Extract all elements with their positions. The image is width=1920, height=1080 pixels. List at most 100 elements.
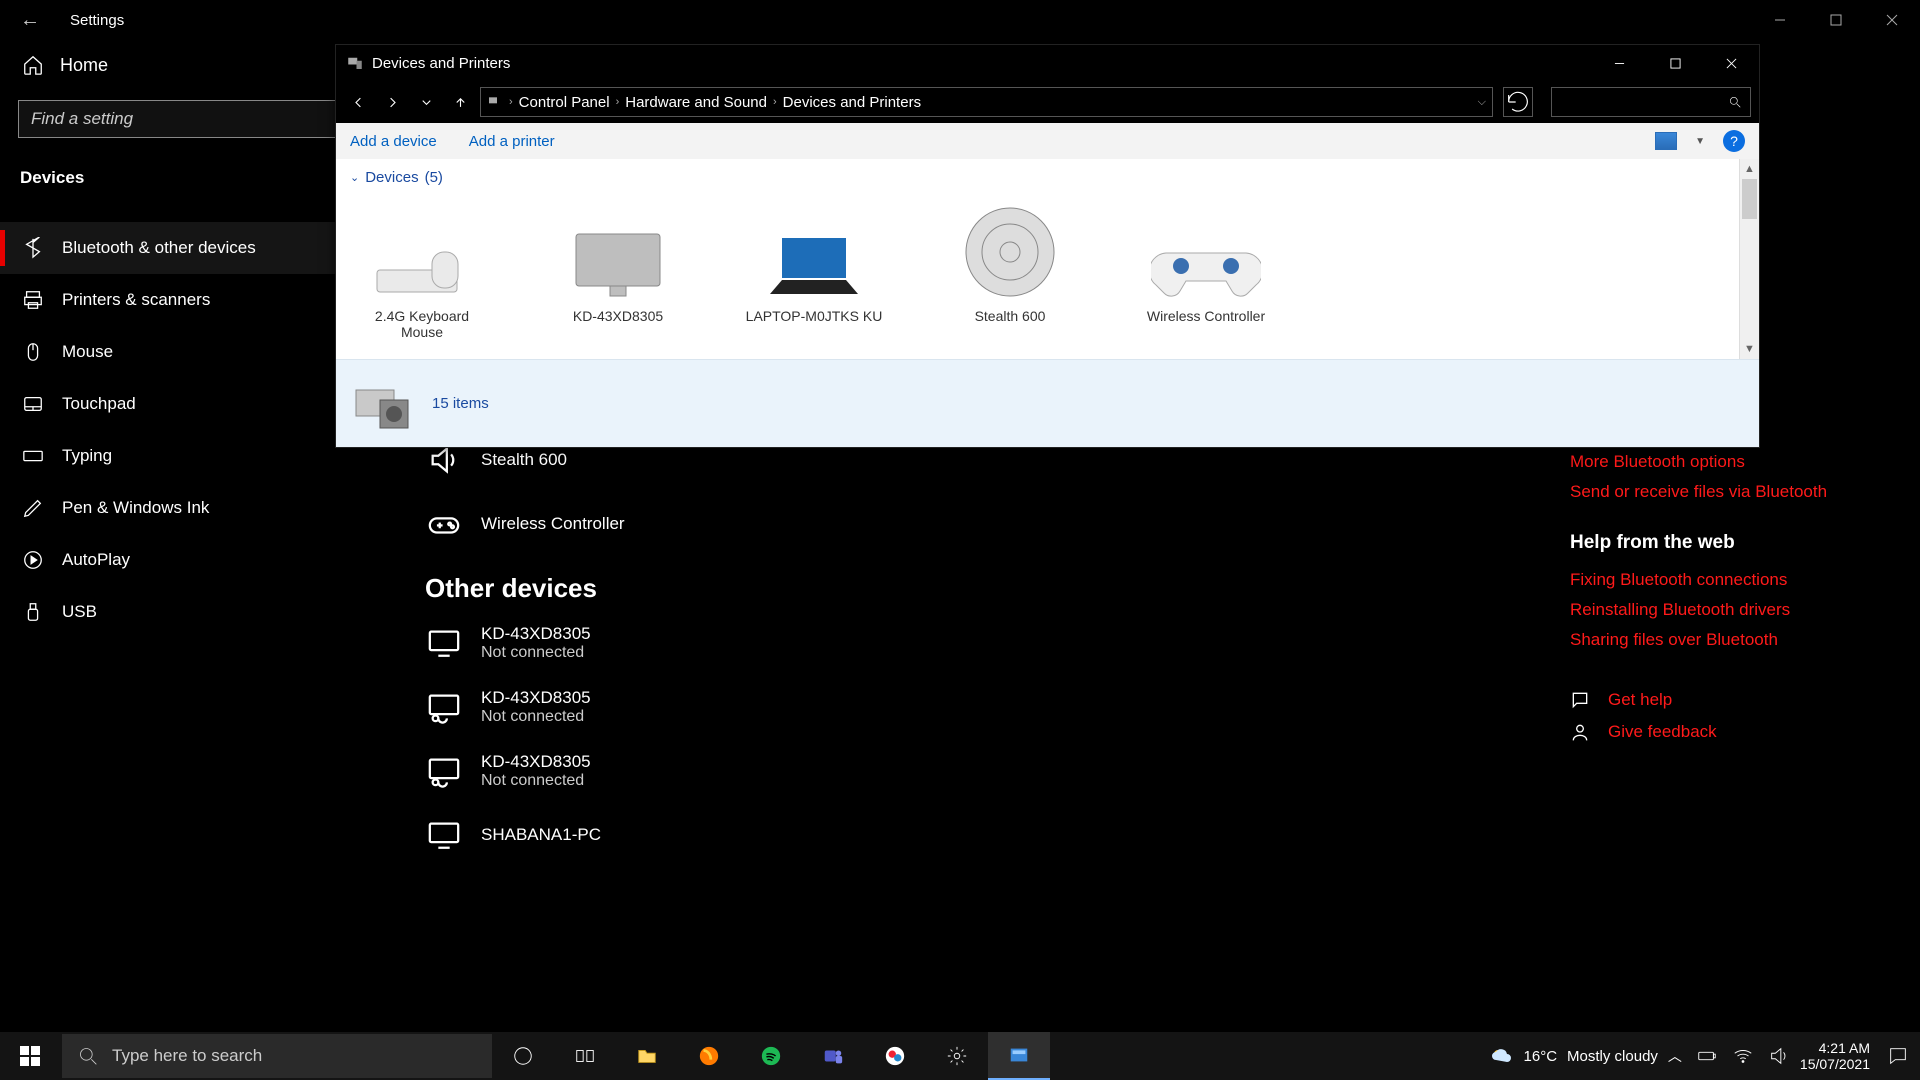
action-center-button[interactable] xyxy=(1876,1045,1920,1067)
nav-label: Typing xyxy=(62,446,112,466)
nav-label: Mouse xyxy=(62,342,113,362)
device-status: Not connected xyxy=(481,644,591,662)
device-label: LAPTOP-M0JTKS KU xyxy=(744,308,884,324)
other-device-row[interactable]: KD-43XD8305Not connected xyxy=(425,752,625,790)
clock[interactable]: 4:21 AM 15/07/2021 xyxy=(1800,1040,1876,1072)
breadcrumb[interactable]: Control Panel xyxy=(519,94,610,111)
help-link[interactable]: Fixing Bluetooth connections xyxy=(1570,570,1870,590)
nav-autoplay[interactable]: AutoPlay xyxy=(0,534,395,586)
cp-titlebar[interactable]: Devices and Printers xyxy=(336,45,1759,81)
chevron-down-icon[interactable]: ▼ xyxy=(1695,136,1705,147)
gamepad-icon xyxy=(425,505,463,543)
back-button[interactable]: ← xyxy=(20,9,40,32)
cp-search[interactable] xyxy=(1551,87,1751,117)
volume-icon[interactable] xyxy=(1768,1045,1790,1067)
start-button[interactable] xyxy=(0,1032,60,1080)
search-icon xyxy=(1728,95,1742,109)
your-phone-button[interactable] xyxy=(864,1032,926,1080)
breadcrumb[interactable]: Hardware and Sound xyxy=(625,94,767,111)
device-item[interactable]: Stealth 600 xyxy=(940,200,1080,340)
device-item[interactable]: KD-43XD8305 xyxy=(548,200,688,340)
minimize-button[interactable] xyxy=(1752,0,1808,40)
add-printer-link[interactable]: Add a printer xyxy=(469,133,555,150)
refresh-button[interactable] xyxy=(1503,87,1533,117)
devices-group-header[interactable]: ⌄ Devices (5) xyxy=(350,165,1745,192)
touchpad-icon xyxy=(22,393,44,415)
feedback-icon xyxy=(1570,722,1590,742)
close-button[interactable] xyxy=(1703,45,1759,81)
taskbar-search[interactable]: Type here to search xyxy=(62,1034,492,1078)
pc-icon xyxy=(425,816,463,854)
device-status: Not connected xyxy=(481,772,591,790)
battery-icon[interactable] xyxy=(1696,1045,1718,1067)
spotify-button[interactable] xyxy=(740,1032,802,1080)
cortana-button[interactable] xyxy=(492,1032,554,1080)
close-button[interactable] xyxy=(1864,0,1920,40)
nav-back[interactable] xyxy=(344,88,372,116)
add-device-link[interactable]: Add a device xyxy=(350,133,437,150)
device-item[interactable]: 2.4G Keyboard Mouse xyxy=(352,200,492,340)
breadcrumb[interactable]: Devices and Printers xyxy=(783,94,921,111)
other-device-row[interactable]: KD-43XD8305Not connected xyxy=(425,624,625,662)
scroll-down[interactable]: ▼ xyxy=(1740,339,1759,359)
wifi-icon[interactable] xyxy=(1732,1045,1754,1067)
settings-search[interactable] xyxy=(18,100,377,138)
device-label: 2.4G Keyboard Mouse xyxy=(352,308,492,340)
maximize-button[interactable] xyxy=(1808,0,1864,40)
related-link[interactable]: Send or receive files via Bluetooth xyxy=(1570,482,1870,502)
nav-pen[interactable]: Pen & Windows Ink xyxy=(0,482,395,534)
tray-overflow[interactable]: ︿ xyxy=(1668,1046,1682,1066)
get-help-link[interactable]: Get help xyxy=(1570,690,1870,710)
address-bar[interactable]: › Control Panel › Hardware and Sound › D… xyxy=(480,87,1493,117)
control-panel-button[interactable] xyxy=(988,1032,1050,1080)
nav-usb[interactable]: USB xyxy=(0,586,395,638)
teams-button[interactable] xyxy=(802,1032,864,1080)
scrollbar[interactable]: ▲ ▼ xyxy=(1739,159,1759,359)
nav-up[interactable] xyxy=(446,88,474,116)
file-explorer-button[interactable] xyxy=(616,1032,678,1080)
device-name: Wireless Controller xyxy=(481,514,625,534)
audio-device-row[interactable]: Wireless Controller xyxy=(425,505,625,543)
device-name: KD-43XD8305 xyxy=(481,752,591,772)
other-device-row[interactable]: KD-43XD8305Not connected xyxy=(425,688,625,726)
chat-icon xyxy=(1570,690,1590,710)
device-item[interactable]: LAPTOP-M0JTKS KU xyxy=(744,200,884,340)
date: 15/07/2021 xyxy=(1800,1056,1870,1072)
settings-button[interactable] xyxy=(926,1032,988,1080)
nav-label: USB xyxy=(62,602,97,622)
view-options-button[interactable] xyxy=(1655,132,1677,150)
task-view-button[interactable] xyxy=(554,1032,616,1080)
speaker-icon xyxy=(940,200,1080,300)
group-label: Devices xyxy=(365,169,418,186)
help-link[interactable]: Sharing files over Bluetooth xyxy=(1570,630,1870,650)
chevron-right-icon: › xyxy=(509,96,513,108)
autoplay-icon xyxy=(22,549,44,571)
device-item[interactable]: Wireless Controller xyxy=(1136,200,1276,340)
nav-forward[interactable] xyxy=(378,88,406,116)
nav-history[interactable] xyxy=(412,88,440,116)
nav-label: Bluetooth & other devices xyxy=(62,238,256,258)
device-status: Not connected xyxy=(481,708,591,726)
minimize-button[interactable] xyxy=(1591,45,1647,81)
firefox-button[interactable] xyxy=(678,1032,740,1080)
maximize-button[interactable] xyxy=(1647,45,1703,81)
devices-status-icon xyxy=(350,372,414,436)
give-feedback-link[interactable]: Give feedback xyxy=(1570,722,1870,742)
mouse-icon xyxy=(22,341,44,363)
monitor-icon xyxy=(425,624,463,662)
weather-icon xyxy=(1490,1044,1514,1068)
weather-widget[interactable]: 16°C Mostly cloudy xyxy=(1490,1044,1658,1068)
other-device-row[interactable]: SHABANA1-PC xyxy=(425,816,625,854)
content-column: Audio Stealth 600 Wireless Controller Ot… xyxy=(425,390,625,880)
chevron-down-icon[interactable]: ⌵ xyxy=(1478,96,1486,109)
help-button[interactable]: ? xyxy=(1723,130,1745,152)
cp-navbar: › Control Panel › Hardware and Sound › D… xyxy=(336,81,1759,123)
scroll-thumb[interactable] xyxy=(1742,179,1757,219)
help-link[interactable]: Reinstalling Bluetooth drivers xyxy=(1570,600,1870,620)
device-name: SHABANA1-PC xyxy=(481,825,601,845)
printer-icon xyxy=(22,289,44,311)
chevron-right-icon: › xyxy=(616,96,620,108)
scroll-up[interactable]: ▲ xyxy=(1740,159,1759,179)
related-link[interactable]: More Bluetooth options xyxy=(1570,452,1870,472)
time: 4:21 AM xyxy=(1800,1040,1870,1056)
